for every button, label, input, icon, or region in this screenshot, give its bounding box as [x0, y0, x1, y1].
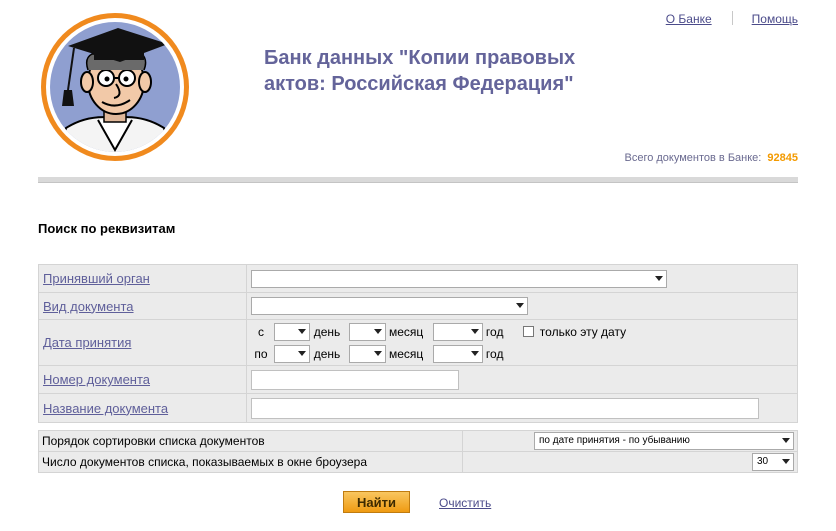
authority-select[interactable]	[251, 269, 667, 288]
only-this-date-label: только эту дату	[539, 324, 627, 339]
header-divider	[38, 177, 798, 183]
doc-type-input-cell	[246, 292, 798, 320]
authority-input-cell	[246, 264, 798, 293]
chevron-down-icon	[516, 303, 524, 308]
month-label: месяц	[388, 324, 424, 339]
sort-order-value: по дате принятия - по убыванию	[539, 435, 690, 446]
page-size-cell: 30	[462, 451, 798, 473]
year-label: год	[485, 324, 504, 339]
bank-title-line2: актов: Российская Федерация"	[264, 73, 574, 95]
about-link[interactable]: О Банке	[666, 12, 712, 26]
doc-type-label-cell: Вид документа	[38, 292, 247, 320]
find-button[interactable]: Найти	[343, 491, 410, 513]
date-from-day-select[interactable]	[274, 323, 311, 342]
page-size-value: 30	[757, 456, 769, 467]
chevron-down-icon	[782, 459, 790, 464]
authority-label-cell: Принявший орган	[38, 264, 247, 293]
date-to-month-select[interactable]	[348, 345, 386, 364]
doc-name-input-cell	[246, 393, 798, 423]
doc-name-label[interactable]: Название документа	[43, 401, 168, 416]
top-links: О Банке Помощь	[666, 11, 798, 26]
doc-number-input-cell	[246, 365, 798, 394]
doc-type-select[interactable]	[251, 297, 528, 315]
chevron-down-icon	[470, 329, 479, 335]
search-form: Принявший орган Вид документа Дата приня…	[38, 264, 798, 423]
chevron-down-icon	[655, 275, 663, 281]
search-heading: Поиск по реквизитам	[38, 221, 176, 236]
chevron-down-icon	[298, 351, 307, 357]
date-input-cell: с день месяц год только эту дату по день…	[246, 319, 798, 366]
day-label: день	[313, 324, 341, 339]
sort-order-select[interactable]: по дате принятия - по убыванию	[534, 432, 794, 450]
sort-order-label: Порядок сортировки списка документов	[38, 430, 463, 452]
doc-number-label-cell: Номер документа	[38, 365, 247, 394]
clear-link[interactable]: Очистить	[439, 496, 491, 510]
page-size-label: Число документов списка, показываемых в …	[38, 451, 463, 473]
chevron-down-icon	[373, 329, 382, 335]
help-link[interactable]: Помощь	[752, 12, 798, 26]
authority-label[interactable]: Принявший орган	[43, 271, 150, 286]
chevron-down-icon	[298, 329, 307, 335]
date-from-month-select[interactable]	[348, 323, 386, 342]
date-label[interactable]: Дата принятия	[43, 335, 131, 350]
document-count: Всего документов в Банке: 92845	[624, 152, 798, 164]
date-from-label: с	[258, 324, 264, 339]
date-label-cell: Дата принятия	[38, 319, 247, 366]
chevron-down-icon	[373, 351, 382, 357]
date-to-year-select[interactable]	[432, 345, 483, 364]
month-label: месяц	[388, 346, 424, 361]
date-to-day-select[interactable]	[274, 345, 311, 364]
only-this-date-checkbox[interactable]	[522, 325, 534, 337]
day-label: день	[313, 346, 341, 361]
doc-name-input[interactable]	[251, 397, 759, 419]
date-to-row: по день месяц год	[251, 343, 797, 365]
link-divider	[731, 11, 733, 25]
sort-options: Порядок сортировки списка документов по …	[38, 430, 798, 473]
sort-order-cell: по дате принятия - по убыванию	[462, 430, 798, 452]
document-count-label: Всего документов в Банке:	[624, 152, 762, 164]
bank-title-line1: Банк данных "Копии правовых	[264, 47, 576, 69]
date-from-year-select[interactable]	[432, 323, 483, 342]
doc-number-label[interactable]: Номер документа	[43, 372, 150, 387]
date-from-row: с день месяц год только эту дату	[251, 321, 797, 343]
bank-title: Банк данных "Копии правовых актов: Росси…	[264, 45, 624, 97]
doc-type-label[interactable]: Вид документа	[43, 299, 134, 314]
professor-logo	[41, 13, 189, 161]
document-count-value: 92845	[767, 152, 798, 164]
chevron-down-icon	[782, 438, 790, 443]
doc-number-input[interactable]	[251, 369, 459, 390]
doc-name-label-cell: Название документа	[38, 393, 247, 423]
date-to-label: по	[254, 346, 268, 361]
chevron-down-icon	[470, 351, 479, 357]
year-label: год	[485, 346, 504, 361]
page-size-select[interactable]: 30	[752, 453, 794, 471]
